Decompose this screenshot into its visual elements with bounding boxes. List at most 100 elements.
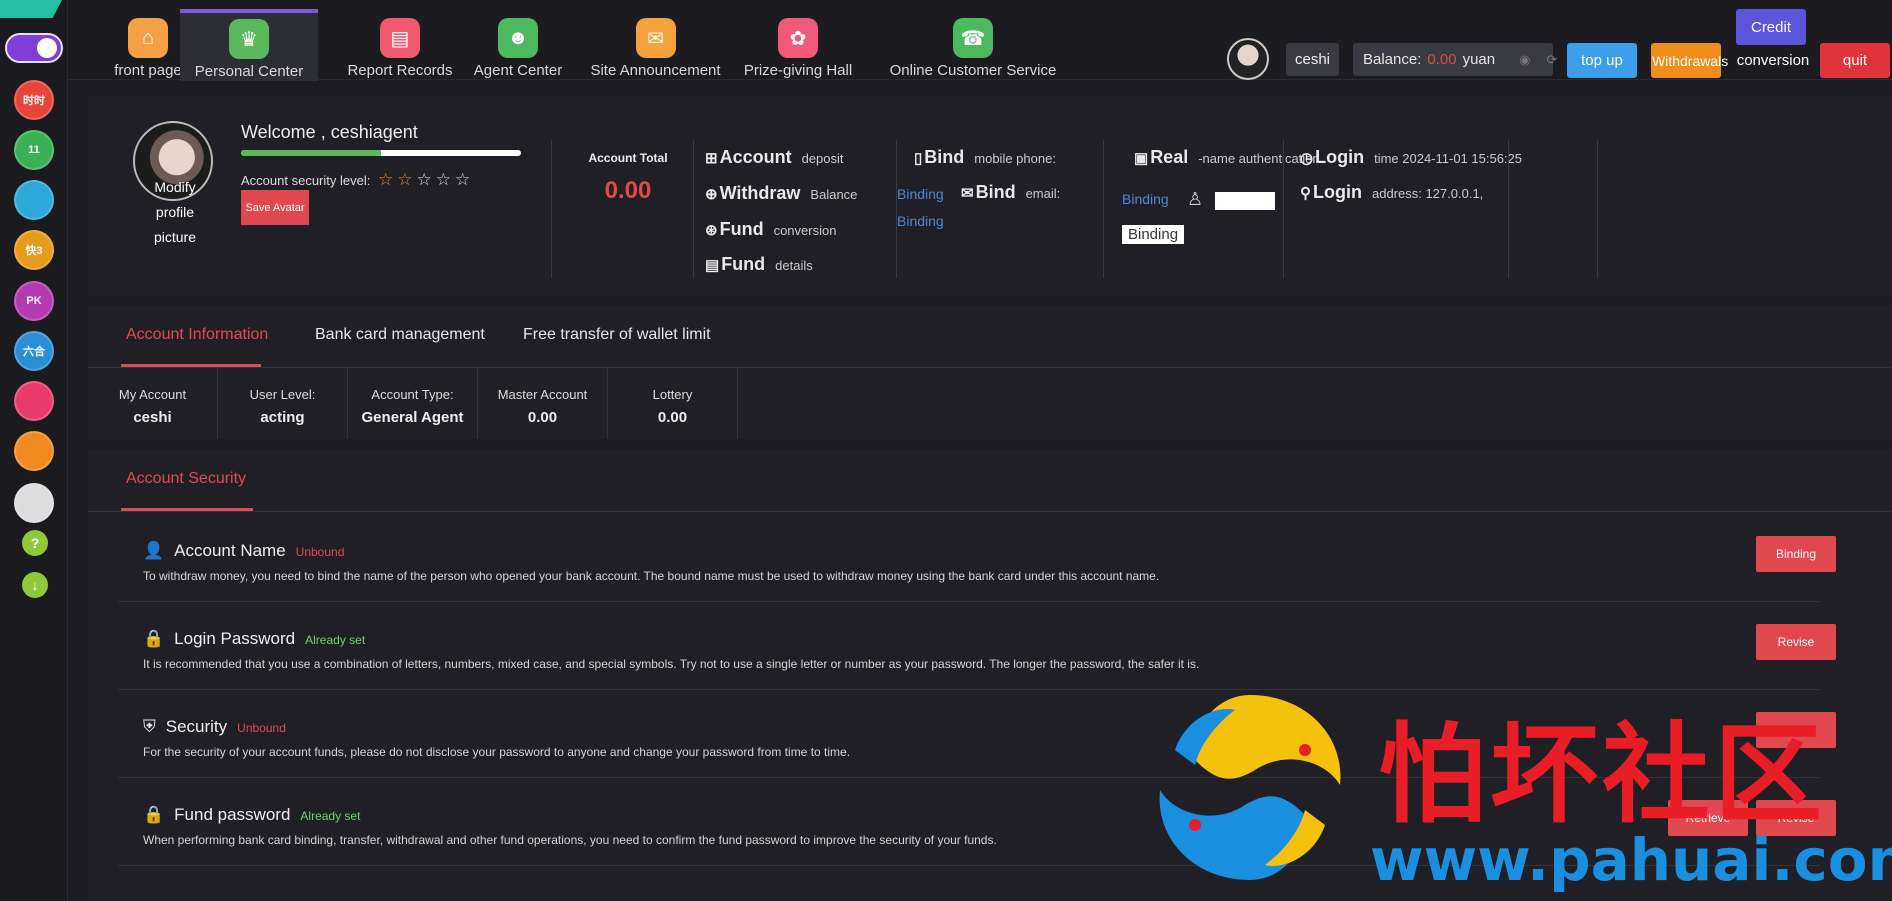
fund-details-link[interactable]: ▤ Fund details	[705, 254, 813, 275]
username-chip[interactable]: ceshi	[1286, 43, 1339, 76]
nav-prize-giving-hall[interactable]: ✿ Prize-giving Hall	[733, 8, 863, 80]
row-status: Unbound	[295, 545, 345, 559]
account-deposit-link[interactable]: ⊞ Account deposit	[705, 147, 844, 168]
game-icon-sports[interactable]	[14, 431, 54, 471]
help-glyph: ?	[30, 535, 40, 551]
avatar[interactable]	[1227, 38, 1269, 80]
info-cell: My Account ceshi	[88, 368, 218, 439]
theme-toggle[interactable]	[5, 33, 63, 63]
nav-online-customer-service[interactable]: ☎ Online Customer Service	[878, 8, 1068, 80]
cell-value: ceshi	[133, 409, 172, 426]
game-icon-ball[interactable]	[14, 180, 54, 220]
nav-label: Site Announcement	[590, 62, 721, 79]
security-stars: ☆☆☆☆☆	[378, 170, 474, 189]
row-title: 👤 Account Name Unbound	[143, 541, 344, 561]
row-title-text: Account Name	[174, 541, 286, 560]
security-progress	[241, 150, 521, 156]
profile-panel: Modify profile picture Welcome , ceshiag…	[88, 95, 1892, 295]
nav-site-announcement[interactable]: ✉ Site Announcement	[578, 8, 733, 80]
nav-label: Personal Center	[194, 63, 304, 80]
download-glyph: ↓	[31, 577, 39, 593]
agent-icon: ☻	[498, 18, 538, 58]
top-up-button[interactable]: top up	[1567, 43, 1637, 78]
fund-conversion-link[interactable]: ⊛ Fund conversion	[705, 219, 836, 240]
game-icon-liuhe[interactable]: 六合	[14, 331, 54, 371]
game-icon-11x5[interactable]: 11	[14, 130, 54, 170]
game-icon-k3[interactable]: 快3	[14, 230, 54, 270]
sidebar: 时时 11 快3 PK 六合 ? ↓	[0, 0, 68, 901]
game-icon-pk10[interactable]: PK	[14, 281, 54, 321]
eye-icon[interactable]: ◉	[1519, 52, 1530, 68]
qq-input[interactable]	[1215, 192, 1275, 210]
func-title: Fund	[721, 254, 766, 274]
info-cell: Master Account 0.00	[478, 368, 608, 439]
credit-button[interactable]: Credit	[1736, 9, 1806, 45]
star-icon: ☆	[377, 170, 398, 189]
watermark-logo	[1159, 695, 1341, 880]
withdrawals-button[interactable]: Withdrawals	[1651, 43, 1728, 78]
help-icon[interactable]: ?	[22, 530, 48, 556]
logo[interactable]	[0, 0, 62, 18]
row-title-text: Login Password	[174, 629, 296, 648]
security-row-account-name: 👤 Account Name Unbound To withdraw money, …	[118, 514, 1836, 602]
info-cell: Lottery 0.00	[608, 368, 738, 439]
row-desc: When performing bank card binding, trans…	[143, 833, 997, 847]
bind-title: Bind	[975, 182, 1016, 202]
bind-phone-link[interactable]: Binding	[897, 186, 944, 202]
game-label: 11	[28, 144, 40, 156]
nav-report-records[interactable]: ▤ Report Records	[325, 8, 475, 80]
quit-button[interactable]: quit	[1820, 43, 1890, 78]
game-icon-shishi[interactable]: 时时	[14, 80, 54, 120]
tab-account-information[interactable]: Account Information	[126, 326, 268, 344]
tab-free-transfer[interactable]: Free transfer of wallet limit	[523, 326, 711, 344]
binding-button[interactable]: Binding	[1756, 536, 1836, 572]
divider	[1508, 140, 1509, 278]
lock-icon: 🔒	[143, 629, 165, 648]
modify-profile-picture-link[interactable]: Modify profile picture	[140, 175, 210, 250]
refresh-icon[interactable]: ⟳	[1546, 52, 1557, 68]
game-icon-more[interactable]	[14, 483, 54, 523]
download-icon[interactable]: ↓	[22, 572, 48, 598]
game-label: 时时	[23, 95, 45, 107]
phone-icon: ▯	[914, 150, 923, 167]
deposit-icon: ⊞	[705, 150, 718, 167]
row-title: ⛨ Security Unbound	[143, 717, 286, 737]
email-icon: ✉	[961, 185, 974, 202]
row-title: 🔒 Login Password Already set	[143, 629, 365, 649]
account-info-panel: Account Information Bank card management…	[88, 306, 1892, 439]
conversion-button[interactable]: conversion	[1733, 43, 1813, 78]
divider	[1283, 140, 1284, 278]
nav-personal-center[interactable]: ♛ Personal Center	[180, 9, 318, 81]
real-name-auth: ▣ Real -name authentication	[1134, 147, 1320, 168]
bind-title: Bind	[924, 147, 965, 167]
bind-email: ✉ Bind email:	[961, 182, 1060, 203]
tab-account-security[interactable]: Account Security	[126, 470, 246, 488]
balance-box: Balance: 0.00 yuan ◉ ⟳	[1353, 43, 1557, 76]
save-avatar-button[interactable]: Save Avatar	[241, 190, 309, 225]
info-cell: Account Type: General Agent	[348, 368, 478, 439]
real-name-binding-button[interactable]: Binding	[1122, 225, 1185, 244]
security-row-login-password: 🔒 Login Password Already set It is recomme…	[118, 602, 1836, 690]
bind-sub: mobile phone:	[974, 151, 1056, 166]
qq-icon: ♙	[1187, 189, 1204, 209]
withdraw-balance-link[interactable]: ⊕ Withdraw Balance	[705, 183, 857, 204]
bind-phone: ▯ Bind mobile phone:	[914, 147, 1056, 168]
bind-email-link[interactable]: Binding	[897, 213, 944, 229]
game-label: PK	[26, 295, 42, 307]
conversion-icon: ⊛	[705, 222, 718, 239]
star-icon: ☆	[435, 170, 455, 189]
func-sub: conversion	[773, 223, 837, 238]
prize-icon: ✿	[778, 18, 818, 58]
divider	[88, 511, 1892, 512]
nav-agent-center[interactable]: ☻ Agent Center	[458, 8, 578, 80]
lock-icon: 🔒	[143, 805, 165, 824]
balance-unit: yuan	[1462, 51, 1496, 68]
mail-icon: ✉	[635, 18, 676, 58]
revise-button[interactable]: Revise	[1756, 624, 1836, 660]
real-name-link[interactable]: Binding	[1122, 191, 1169, 207]
account-total-label: Account Total	[588, 151, 668, 165]
game-label: 六合	[23, 346, 45, 358]
tab-bank-card-management[interactable]: Bank card management	[315, 326, 485, 344]
game-icon-lottery[interactable]	[14, 381, 54, 421]
report-icon: ▤	[380, 18, 420, 58]
